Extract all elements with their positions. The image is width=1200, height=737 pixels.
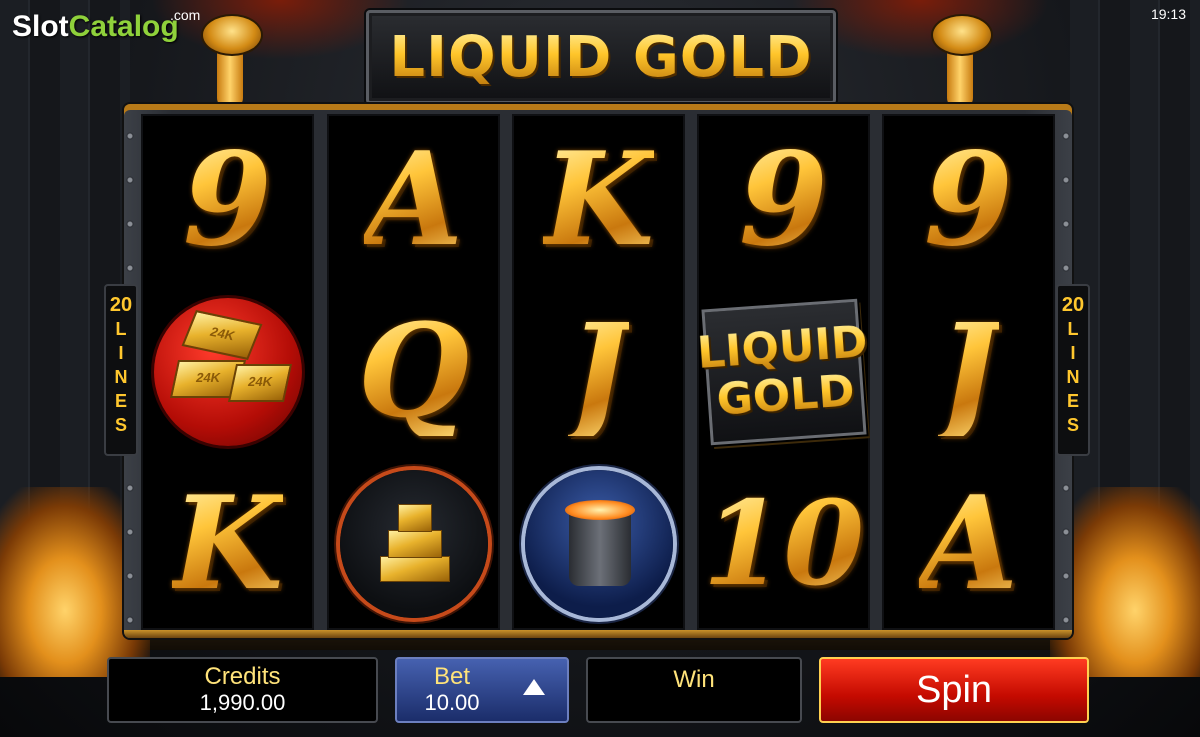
reel-symbol: J: [938, 297, 999, 447]
right-molten-pool: [1050, 487, 1200, 677]
win-display: Win: [586, 657, 802, 723]
credits-display: Credits 1,990.00: [107, 657, 378, 723]
bet-label: Bet: [433, 663, 471, 690]
reel-symbol: 9: [923, 125, 1014, 275]
reel-symbol: LIQUID GOLD: [695, 286, 870, 458]
bet-button[interactable]: Bet 10.00: [395, 657, 569, 723]
spin-label: Spin: [915, 668, 993, 711]
reel-symbol: 24K 24K 24K: [141, 286, 314, 458]
win-label: Win: [673, 666, 715, 693]
slotcatalog-logo: SlotCatalog .com: [12, 7, 201, 43]
reel-symbol: 9: [182, 125, 273, 275]
credits-value: 1,990.00: [199, 690, 286, 715]
lines-indicator-left: 20 LINES: [104, 284, 138, 456]
reel-symbol: J: [568, 297, 629, 447]
left-crucible-icon: [195, 8, 265, 108]
bet-up-arrow-icon[interactable]: [523, 679, 545, 695]
reel-symbol: Q: [357, 297, 470, 447]
reel-2: A Q: [327, 114, 500, 630]
credits-label: Credits: [204, 663, 281, 690]
right-crucible-icon: [925, 8, 995, 108]
reel-symbol: 9: [738, 125, 829, 275]
spin-button[interactable]: Spin: [819, 657, 1089, 723]
reel-symbol: [512, 458, 685, 630]
bet-value: 10.00: [424, 690, 480, 715]
reel-4: 9 LIQUID GOLD 10: [695, 114, 870, 630]
reel-symbol: K: [542, 125, 655, 275]
lines-indicator-right: 20 LINES: [1056, 284, 1090, 456]
reel-symbol: [327, 458, 500, 630]
game-title: LIQUID GOLD: [389, 24, 813, 90]
reel-symbol: A: [363, 125, 464, 275]
reel-symbol: 10: [702, 476, 865, 612]
game-title-plaque: LIQUID GOLD: [366, 10, 836, 104]
gold-bars-icon: 24K 24K 24K: [153, 298, 302, 446]
reel-3: K J: [512, 114, 685, 630]
reel-5: 9 J A: [882, 114, 1055, 630]
gold-ingots-icon: [339, 470, 488, 618]
reel-symbol: K: [171, 469, 284, 619]
reel-1: 9 24K 24K 24K K: [141, 114, 314, 630]
molten-ladle-icon: [524, 470, 673, 618]
reel-symbol: A: [918, 469, 1019, 619]
liquid-gold-wild-icon: LIQUID GOLD: [695, 298, 869, 446]
status-clock: 19:13: [1150, 6, 1186, 22]
